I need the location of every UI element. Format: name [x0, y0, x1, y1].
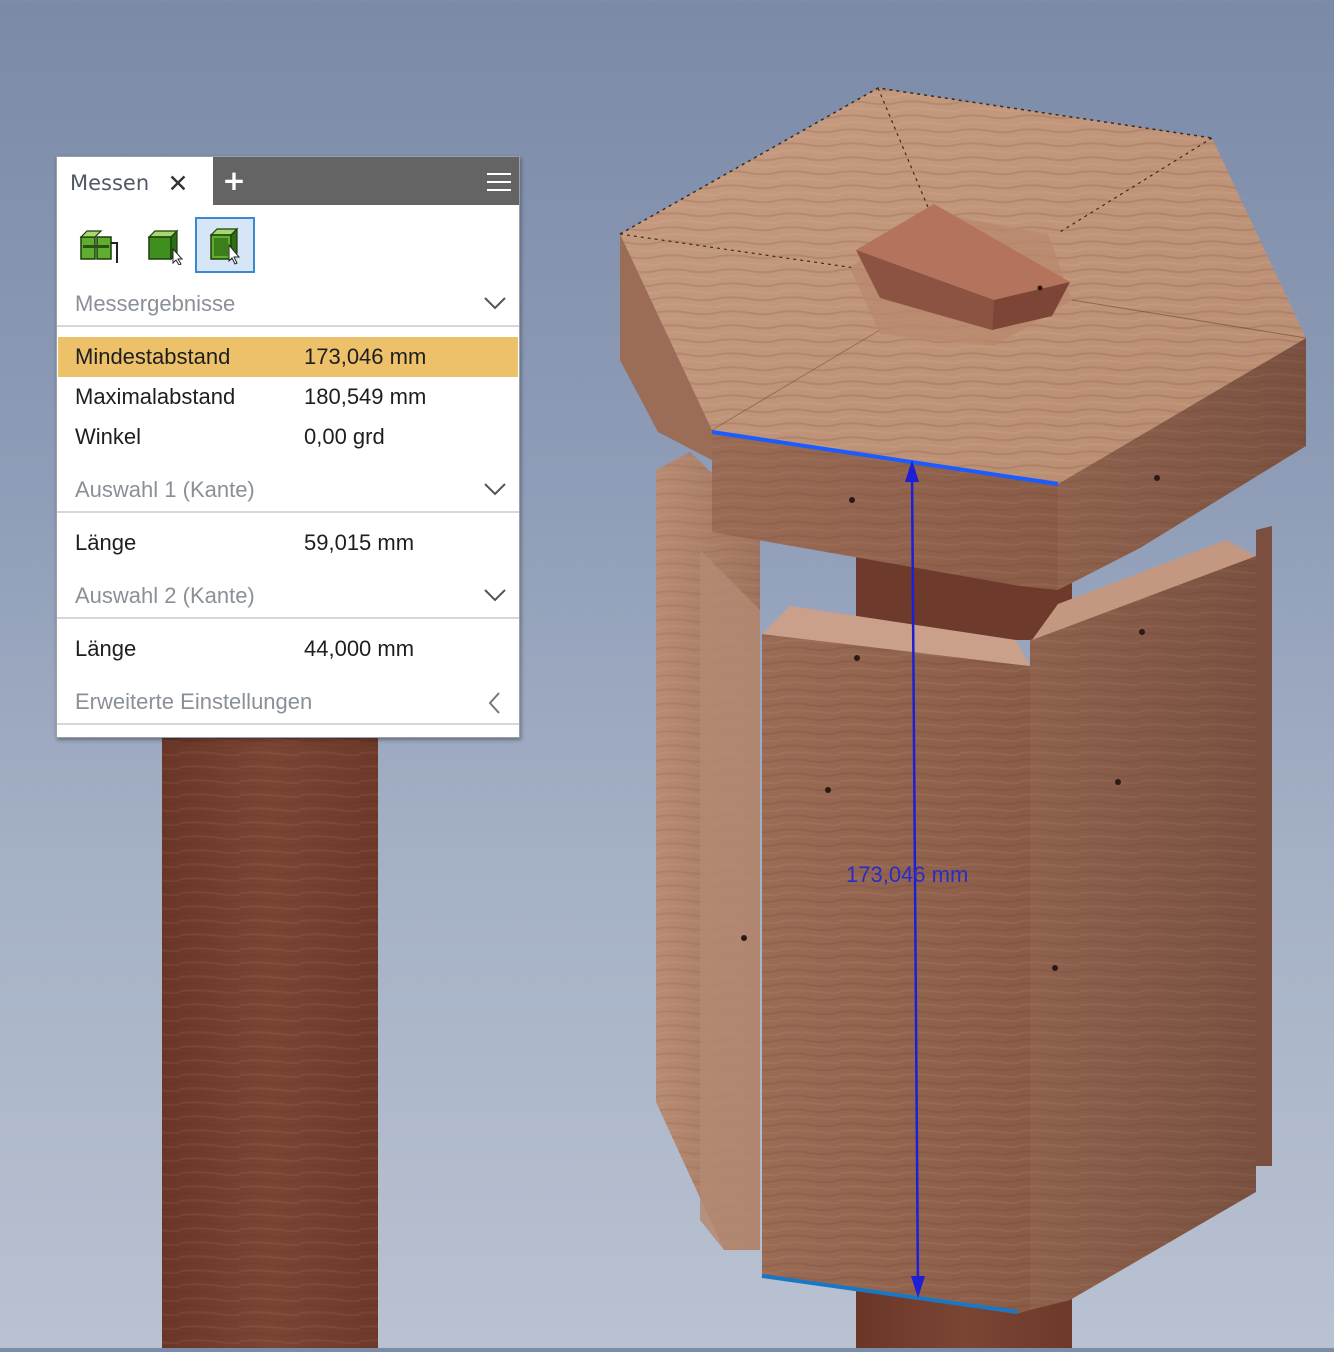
selection2-section-header[interactable]: Auswahl 2 (Kante) — [57, 575, 519, 619]
distance-measure-icon — [79, 230, 118, 263]
measure-panel[interactable]: Messen ✕ + Messergebnisse Mindestabstand… — [56, 156, 520, 738]
chevron-left-icon[interactable] — [487, 691, 503, 715]
region-measure-icon — [147, 229, 184, 265]
selection1-length-row[interactable]: Länge 59,015 mm — [58, 523, 518, 563]
selection2-length-row[interactable]: Länge 44,000 mm — [58, 629, 518, 669]
result-label: Winkel — [75, 424, 142, 449]
length-value: 59,015 mm — [304, 530, 415, 555]
result-row-max-distance[interactable]: Maximalabstand 180,549 mm — [58, 377, 518, 417]
measure-distance-tool[interactable] — [67, 217, 127, 273]
panel-tab-bar: Messen ✕ + — [57, 157, 519, 207]
advanced-settings-header[interactable]: Erweiterte Einstellungen — [57, 681, 519, 725]
length-label: Länge — [75, 530, 137, 555]
measure-select-tool[interactable] — [195, 217, 255, 273]
result-row-angle[interactable]: Winkel 0,00 grd — [58, 417, 518, 457]
chevron-down-icon[interactable] — [483, 481, 507, 497]
selection1-section-header[interactable]: Auswahl 1 (Kante) — [57, 469, 519, 513]
length-value: 44,000 mm — [304, 636, 415, 661]
result-value: 180,549 mm — [304, 384, 427, 409]
select-measure-icon — [209, 227, 241, 265]
result-row-min-distance[interactable]: Mindestabstand 173,046 mm — [58, 337, 518, 377]
measure-region-tool[interactable] — [133, 217, 193, 273]
close-icon[interactable]: ✕ — [165, 171, 191, 197]
hamburger-menu-icon[interactable] — [485, 170, 515, 194]
left-wood-post — [162, 700, 378, 1348]
tab-measure[interactable]: Messen ✕ — [57, 157, 213, 207]
chevron-down-icon[interactable] — [483, 295, 507, 311]
selection1-section-title: Auswahl 1 (Kante) — [75, 477, 255, 502]
length-label: Länge — [75, 636, 137, 661]
results-section-title: Messergebnisse — [75, 291, 236, 316]
selection2-section-title: Auswahl 2 (Kante) — [75, 583, 255, 608]
result-label: Mindestabstand — [75, 344, 231, 369]
dimension-value-label: 173,046 mm — [846, 862, 969, 887]
add-tab-icon[interactable]: + — [220, 166, 248, 196]
advanced-settings-title: Erweiterte Einstellungen — [75, 689, 313, 714]
hexagonal-wood-assembly[interactable] — [619, 87, 1307, 1348]
tab-measure-label: Messen — [70, 171, 150, 195]
chevron-down-icon[interactable] — [483, 587, 507, 603]
result-value: 0,00 grd — [304, 424, 385, 449]
result-value: 173,046 mm — [304, 344, 427, 369]
result-label: Maximalabstand — [75, 384, 236, 409]
results-section-header[interactable]: Messergebnisse — [57, 283, 519, 327]
